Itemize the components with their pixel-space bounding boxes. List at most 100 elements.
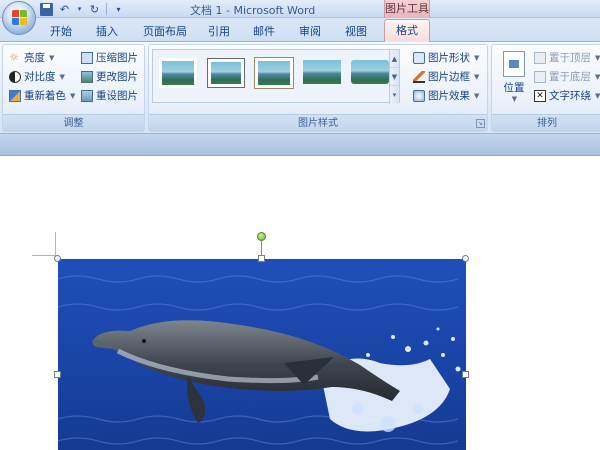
bring-front-icon [534,51,546,64]
compress-icon [81,51,93,64]
save-icon[interactable] [40,2,53,16]
style-thumbnail-icon [258,61,290,85]
dolphin-picture [58,259,466,450]
brightness-label: 亮度 [24,52,45,64]
qat-separator [106,3,107,15]
picture-styles-group: ▲ ▼ ▾ 图片形状 ▼ 图片边框 ▼ 图片效果 ▼ 图片样式 ↘ [148,44,488,132]
undo-dropdown-icon[interactable]: ▾ [76,3,83,16]
picture-shape-label: 图片形状 [428,52,470,64]
bring-front-label: 置于顶层 [549,52,591,64]
rotate-handle[interactable] [257,232,266,241]
reset-picture-icon [81,89,93,102]
adjust-group-label: 调整 [3,114,144,131]
chevron-down-icon: ▼ [595,53,600,62]
tab-page-layout[interactable]: 页面布局 [136,21,194,42]
arrange-group: 位置 ▼ 置于顶层 ▼ 置于底层 ▼ ✕ 文字环绕 ▼ 排列 [491,44,600,132]
compress-pictures-button[interactable]: 压缩图片 [81,49,138,66]
resize-handle-top[interactable] [258,255,265,262]
picture-tools-context-label: 图片工具 [384,0,430,18]
style-thumbnail-icon [162,61,194,85]
picture-border-label: 图片边框 [428,71,470,83]
office-logo-icon [12,10,28,26]
contrast-button[interactable]: 对比度 ▼ [9,68,65,85]
ribbon: ☼ 亮度 ▼ 对比度 ▼ 重新着色 ▼ 压缩图片 更改图片 重设图片 调整 ▲ … [0,42,600,134]
gallery-down-icon[interactable]: ▼ [390,68,399,86]
bring-to-front-button[interactable]: 置于顶层 ▼ [534,49,600,66]
margin-marker [32,255,56,256]
chevron-down-icon: ▼ [595,72,600,81]
reset-picture-button[interactable]: 重设图片 [81,87,138,104]
tab-view[interactable]: 视图 [339,21,373,42]
picture-style-1[interactable] [159,58,197,88]
effects-icon [413,89,425,102]
picture-effects-label: 图片效果 [428,90,470,102]
resize-handle-top-left[interactable] [54,255,61,262]
picture-style-5[interactable] [351,58,389,88]
resize-handle-left[interactable] [54,371,61,378]
chevron-down-icon: ▼ [49,53,55,62]
recolor-button[interactable]: 重新着色 ▼ [9,87,75,104]
dialog-launcher-icon[interactable]: ↘ [476,119,485,128]
resize-handle-top-right[interactable] [462,255,469,262]
resize-handle-right[interactable] [462,371,469,378]
tab-home[interactable]: 开始 [44,21,78,42]
change-picture-icon [81,70,93,83]
title-bar: ↶ ▾ ↻ ▾ 文档 1 - Microsoft Word 图片工具 [0,0,600,18]
pencil-icon [413,70,425,83]
change-picture-button[interactable]: 更改图片 [81,68,138,85]
send-back-icon [534,70,546,83]
text-wrapping-button[interactable]: ✕ 文字环绕 ▼ [534,87,600,104]
dolphin-image[interactable] [58,259,466,450]
picture-border-button[interactable]: 图片边框 ▼ [413,68,479,85]
picture-shape-button[interactable]: 图片形状 ▼ [413,49,479,66]
style-thumbnail-icon [303,60,341,84]
send-to-back-button[interactable]: 置于底层 ▼ [534,68,600,85]
position-label: 位置 [503,82,525,94]
arrange-group-label: 排列 [492,114,600,131]
chevron-down-icon: ▼ [474,72,480,81]
brightness-button[interactable]: ☼ 亮度 ▼ [9,49,54,66]
tab-review[interactable]: 审阅 [293,21,327,42]
position-icon [503,51,525,77]
picture-style-4[interactable] [303,58,341,88]
chevron-down-icon: ▼ [595,91,600,100]
office-button[interactable] [2,1,36,35]
tab-references[interactable]: 引用 [202,21,236,42]
picture-styles-group-label: 图片样式 [149,114,487,131]
tab-mailings[interactable]: 邮件 [247,21,281,42]
picture-styles-label: 图片样式 [298,118,338,129]
tab-insert[interactable]: 插入 [90,21,124,42]
send-back-label: 置于底层 [549,71,591,83]
gallery-more-icon[interactable]: ▾ [390,86,399,104]
chevron-down-icon: ▼ [474,53,480,62]
chevron-down-icon: ▼ [474,91,480,100]
style-thumbnail-icon [211,62,241,84]
margin-marker [55,232,56,256]
recolor-label: 重新着色 [24,90,66,102]
gallery-up-icon[interactable]: ▲ [390,50,399,68]
ribbon-tab-row: 开始 插入 页面布局 引用 邮件 审阅 视图 格式 [0,18,600,43]
picture-style-2[interactable] [207,58,245,88]
quick-access-toolbar: ↶ ▾ ↻ ▾ [40,1,125,17]
chevron-down-icon: ▼ [59,72,65,81]
chevron-down-icon: ▼ [511,95,518,103]
text-wrap-label: 文字环绕 [549,90,591,102]
ruler-area [0,134,600,156]
picture-effects-button[interactable]: 图片效果 ▼ [413,87,479,104]
position-button[interactable]: 位置 ▼ [498,49,530,111]
undo-icon[interactable]: ↶ [58,3,71,16]
gallery-scrollbar[interactable]: ▲ ▼ ▾ [389,50,399,104]
picture-style-3[interactable] [255,58,293,88]
contrast-label: 对比度 [24,71,56,83]
change-picture-label: 更改图片 [96,71,138,83]
picture-styles-gallery: ▲ ▼ ▾ [152,49,400,104]
reset-picture-label: 重设图片 [96,90,138,102]
tab-format[interactable]: 格式 [384,19,430,43]
compress-label: 压缩图片 [96,52,138,64]
recolor-icon [9,89,21,102]
chevron-down-icon: ▼ [70,91,76,100]
customize-qat-icon[interactable]: ▾ [112,3,125,16]
brightness-icon: ☼ [9,50,19,64]
redo-icon[interactable]: ↻ [88,3,101,16]
contrast-icon [9,70,21,83]
